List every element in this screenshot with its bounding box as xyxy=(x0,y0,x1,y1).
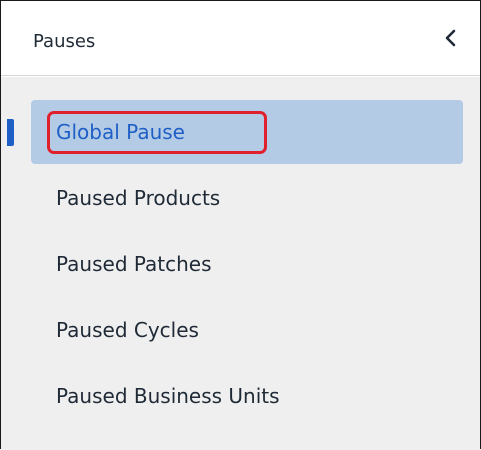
nav-item-label: Paused Patches xyxy=(56,252,212,276)
nav-item-label: Paused Business Units xyxy=(56,384,280,408)
pauses-panel: Pauses Global Pause Paused Products Paus… xyxy=(0,0,481,450)
nav-item-paused-products[interactable]: Paused Products xyxy=(31,166,463,230)
nav-item-global-pause[interactable]: Global Pause xyxy=(31,100,463,164)
nav-item-paused-patches[interactable]: Paused Patches xyxy=(31,232,463,296)
nav-item-label: Paused Products xyxy=(56,186,221,210)
panel-header: Pauses xyxy=(1,1,480,76)
nav-item-paused-cycles[interactable]: Paused Cycles xyxy=(31,298,463,362)
nav-list: Global Pause Paused Products Paused Patc… xyxy=(1,77,480,450)
chevron-left-icon xyxy=(445,29,456,47)
active-indicator xyxy=(7,119,14,146)
nav-item-paused-business-units[interactable]: Paused Business Units xyxy=(31,364,463,428)
nav-item-label: Global Pause xyxy=(56,120,185,144)
panel-title: Pauses xyxy=(33,31,96,52)
collapse-button[interactable] xyxy=(438,25,464,51)
nav-item-label: Paused Cycles xyxy=(56,318,199,342)
